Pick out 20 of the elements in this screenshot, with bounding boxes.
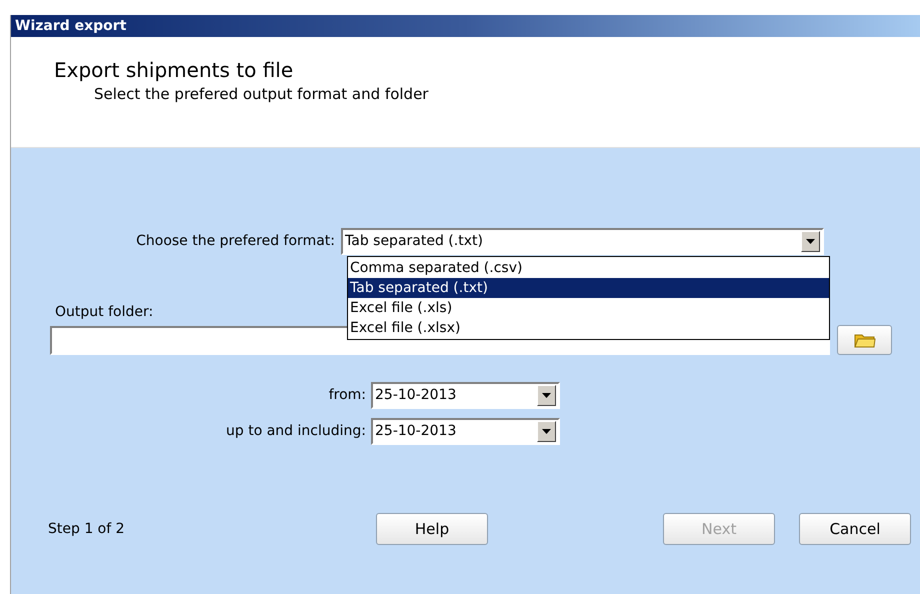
window-title-bar: Wizard export [11, 15, 920, 37]
header-title: Export shipments to file [54, 57, 294, 83]
browse-folder-button[interactable] [837, 325, 892, 355]
folder-icon [854, 332, 876, 348]
format-label: Choose the prefered format: [135, 232, 336, 251]
dialog-button: Next [663, 513, 775, 545]
format-option[interactable]: Comma separated (.csv) [348, 258, 829, 278]
step-indicator: Step 1 of 2 [47, 520, 126, 538]
date-label: from: [328, 386, 367, 405]
output-folder-label: Output folder: [55, 304, 154, 320]
format-option[interactable]: Excel file (.xls) [348, 298, 829, 318]
dialog-button[interactable]: Help [376, 513, 488, 545]
date-dropdown[interactable]: 25-10-2013 [371, 382, 560, 409]
date-label: up to and including: [225, 422, 367, 441]
format-dropdown[interactable]: Tab separated (.txt) [341, 228, 824, 255]
date-dropdown[interactable]: 25-10-2013 [371, 418, 560, 445]
header-subtitle: Select the prefered output format and folder [93, 84, 430, 105]
format-option[interactable]: Excel file (.xlsx) [348, 318, 829, 338]
dialog-button[interactable]: Cancel [799, 513, 911, 545]
format-option[interactable]: Tab separated (.txt) [348, 278, 829, 298]
